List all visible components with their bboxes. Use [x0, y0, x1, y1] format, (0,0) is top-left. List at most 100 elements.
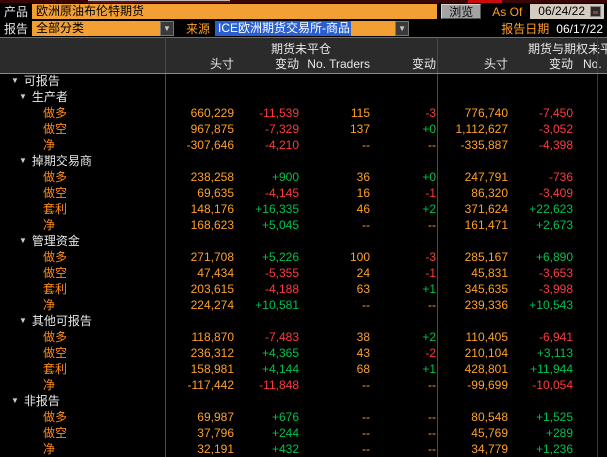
report-type-dropdown[interactable]: 全部分类 — [32, 21, 160, 36]
row-label: 净 — [43, 441, 55, 457]
cell-pos2 — [437, 153, 512, 169]
group-row: ▼ 其他可报告 — [0, 313, 607, 329]
cell-chg: +4,144 — [238, 361, 303, 377]
cell-no2 — [577, 409, 607, 425]
row-label: 净 — [43, 377, 55, 393]
cell-no2 — [577, 425, 607, 441]
cell-pos — [165, 153, 238, 169]
cell-traders: 100 — [303, 249, 374, 265]
collapse-triangle-icon[interactable]: ▼ — [19, 313, 27, 329]
cell-tchg: -- — [374, 377, 437, 393]
cell-pos: -117,442 — [165, 377, 238, 393]
cell-pos: 224,274 — [165, 297, 238, 313]
row-label: 套利 — [43, 201, 67, 217]
cell-pos — [165, 313, 238, 329]
cell-pos2: 247,791 — [437, 169, 512, 185]
table-row: 做多69,987+676----80,548+1,525 — [0, 409, 607, 425]
cell-chg: +5,226 — [238, 249, 303, 265]
table-row: 套利203,615-4,18863+1345,635-3,998 — [0, 281, 607, 297]
row-label: 做空 — [43, 345, 67, 361]
source-dropdown-arrow-icon[interactable]: ▼ — [395, 21, 409, 36]
category-cell: 净 — [0, 377, 165, 393]
cell-chg2: +10,543 — [512, 297, 577, 313]
cell-no2 — [577, 73, 607, 89]
cell-chg: +4,365 — [238, 345, 303, 361]
browse-button[interactable]: 浏览 — [441, 4, 481, 19]
table-row: 净-117,442-11,848-----99,699-10,054 — [0, 377, 607, 393]
row-label: 净 — [43, 297, 55, 313]
collapse-triangle-icon[interactable]: ▼ — [11, 393, 19, 409]
cell-tchg — [374, 153, 437, 169]
cell-pos: 238,258 — [165, 169, 238, 185]
cell-chg: -7,483 — [238, 329, 303, 345]
cell-chg2 — [512, 73, 577, 89]
row-label[interactable]: 生产者 — [32, 89, 68, 105]
cell-tchg: +0 — [374, 169, 437, 185]
cell-tchg: -- — [374, 137, 437, 153]
product-input[interactable]: 欧洲原油布伦特期货 — [32, 4, 437, 19]
cell-chg: -4,188 — [238, 281, 303, 297]
cell-pos: 69,987 — [165, 409, 238, 425]
collapse-triangle-icon[interactable]: ▼ — [19, 89, 27, 105]
row-label[interactable]: 非报告 — [24, 393, 60, 409]
cell-pos: 69,635 — [165, 185, 238, 201]
row-label[interactable]: 其他可报告 — [32, 313, 92, 329]
cell-chg2: -3,052 — [512, 121, 577, 137]
source-dropdown[interactable]: ICE欧洲期货交易所-商品 — [215, 21, 395, 36]
row-label[interactable]: 掉期交易商 — [32, 153, 92, 169]
cell-chg2: -10,054 — [512, 377, 577, 393]
as-of-date-field[interactable]: 06/24/22 — [530, 4, 604, 19]
cell-chg2: -3,409 — [512, 185, 577, 201]
cell-tchg: -- — [374, 409, 437, 425]
calendar-icon[interactable] — [590, 6, 601, 17]
cell-chg2 — [512, 393, 577, 409]
cell-chg2: -3,998 — [512, 281, 577, 297]
cell-tchg: -- — [374, 217, 437, 233]
row-label: 做多 — [43, 329, 67, 345]
cell-pos2: 345,635 — [437, 281, 512, 297]
cell-no2 — [577, 297, 607, 313]
cell-traders: -- — [303, 297, 374, 313]
cell-chg2: +22,623 — [512, 201, 577, 217]
cell-pos2: 161,471 — [437, 217, 512, 233]
cell-pos2: 80,548 — [437, 409, 512, 425]
cell-traders — [303, 89, 374, 105]
cell-chg: -4,210 — [238, 137, 303, 153]
row-label[interactable]: 可报告 — [24, 73, 60, 89]
cell-pos2 — [437, 73, 512, 89]
collapse-triangle-icon[interactable]: ▼ — [19, 153, 27, 169]
collapse-triangle-icon[interactable]: ▼ — [19, 233, 27, 249]
cell-no2 — [577, 441, 607, 457]
cell-no2 — [577, 185, 607, 201]
cell-chg2: -3,653 — [512, 265, 577, 281]
cell-traders — [303, 393, 374, 409]
category-cell: ▼ 管理资金 — [0, 233, 165, 249]
cell-pos: 37,796 — [165, 425, 238, 441]
row-label[interactable]: 管理资金 — [32, 233, 80, 249]
cell-pos: 660,229 — [165, 105, 238, 121]
cell-tchg: -- — [374, 297, 437, 313]
cell-pos — [165, 233, 238, 249]
cell-tchg: -- — [374, 425, 437, 441]
cell-traders — [303, 313, 374, 329]
cell-tchg — [374, 313, 437, 329]
cell-traders: 24 — [303, 265, 374, 281]
report-dropdown-arrow-icon[interactable]: ▼ — [160, 21, 174, 36]
cell-traders — [303, 73, 374, 89]
column-divider — [165, 37, 166, 457]
cell-traders: 68 — [303, 361, 374, 377]
collapse-triangle-icon[interactable]: ▼ — [11, 73, 19, 89]
traders-column-header: No. Traders — [303, 55, 374, 73]
category-cell: 净 — [0, 297, 165, 313]
change-column-header: 变动 — [238, 55, 303, 73]
cell-pos: 236,312 — [165, 345, 238, 361]
cell-no2 — [577, 377, 607, 393]
cell-chg: -7,329 — [238, 121, 303, 137]
futures-oi-group-header: 期货未平仓 — [165, 40, 437, 57]
cell-chg: -11,539 — [238, 105, 303, 121]
cell-chg — [238, 153, 303, 169]
cell-traders: 38 — [303, 329, 374, 345]
cell-chg2: +2,673 — [512, 217, 577, 233]
cell-tchg: -1 — [374, 265, 437, 281]
cell-pos — [165, 73, 238, 89]
